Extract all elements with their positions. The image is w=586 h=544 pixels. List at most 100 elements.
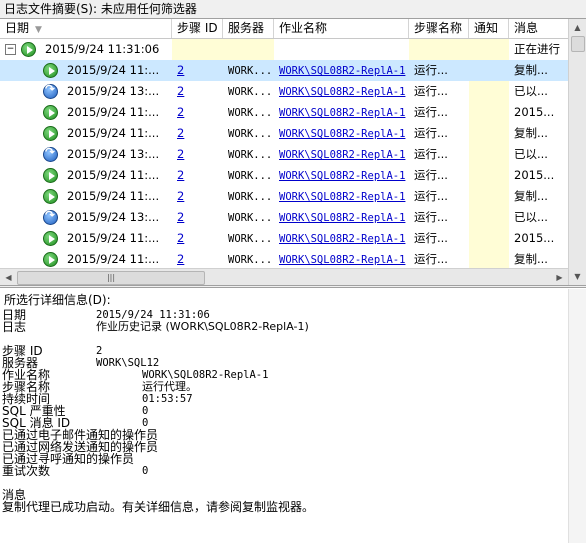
cell-step-name-text: 运行... bbox=[414, 189, 448, 203]
cell-job-text[interactable]: WORK\SQL08R2-ReplA-1 bbox=[279, 107, 405, 119]
cell-step-id-text[interactable]: 2 bbox=[177, 210, 184, 224]
scroll-down-icon[interactable]: ▼ bbox=[569, 268, 586, 285]
grid-horizontal-scrollbar[interactable]: ◀ ||| ▶ bbox=[0, 268, 568, 285]
horizontal-scroll-thumb[interactable]: ||| bbox=[17, 271, 205, 285]
cell-job bbox=[274, 39, 409, 60]
details-field-label: 重试次数 bbox=[2, 464, 51, 478]
cell-step-id-text[interactable]: 2 bbox=[177, 126, 184, 140]
cell-message: 复制... bbox=[509, 186, 568, 207]
cell-date: 2015/9/24 11:31:06 bbox=[45, 42, 160, 56]
table-row[interactable]: 2015/9/24 11:... 2 WORK... WORK\SQL08R2-Rep… bbox=[0, 165, 568, 186]
cell-step-id[interactable]: 2 bbox=[172, 228, 223, 249]
cell-step-id-text[interactable]: 2 bbox=[177, 147, 184, 161]
cell-message-text: 复制... bbox=[514, 189, 548, 203]
success-icon bbox=[43, 126, 58, 141]
table-row[interactable]: 2015/9/24 13:... 2 WORK... WORK\SQL08R2-Rep… bbox=[0, 144, 568, 165]
cell-step-id[interactable]: 2 bbox=[172, 165, 223, 186]
cell-step-name-text: 运行... bbox=[414, 252, 448, 266]
log-grid[interactable]: 日期 ▼ 步骤 ID 服务器 作业名称 步骤名称 通知 消息 − 2015/9/24… bbox=[0, 18, 586, 286]
details-vertical-scrollbar[interactable] bbox=[568, 289, 586, 543]
cell-step-id[interactable]: 2 bbox=[172, 123, 223, 144]
column-header-notify[interactable]: 通知 bbox=[469, 19, 509, 38]
cell-step-id-text[interactable]: 2 bbox=[177, 105, 184, 119]
table-row[interactable]: 2015/9/24 11:... 2 WORK... WORK\SQL08R2-Rep… bbox=[0, 60, 568, 81]
cell-step-id-text[interactable]: 2 bbox=[177, 63, 184, 77]
table-row[interactable]: 2015/9/24 13:... 2 WORK... WORK\SQL08R2-Rep… bbox=[0, 81, 568, 102]
cell-date: 2015/9/24 11:... bbox=[67, 231, 160, 245]
table-row[interactable]: 2015/9/24 11:... 2 WORK... WORK\SQL08R2-Rep… bbox=[0, 249, 568, 270]
cell-step-id[interactable]: 2 bbox=[172, 102, 223, 123]
cell-job-text[interactable]: WORK\SQL08R2-ReplA-1 bbox=[279, 170, 405, 182]
cell-step-id-text[interactable]: 2 bbox=[177, 84, 184, 98]
details-title: 所选行详细信息(D): bbox=[4, 293, 111, 307]
vertical-scroll-thumb[interactable] bbox=[571, 36, 585, 52]
cell-job-text[interactable]: WORK\SQL08R2-ReplA-1 bbox=[279, 254, 405, 266]
cell-step-name-text: 运行... bbox=[414, 84, 448, 98]
success-icon bbox=[43, 168, 58, 183]
column-header-step-id[interactable]: 步骤 ID bbox=[172, 19, 223, 38]
cell-job[interactable]: WORK\SQL08R2-ReplA-1 bbox=[274, 102, 409, 123]
cell-step-id[interactable]: 2 bbox=[172, 249, 223, 270]
cell-job[interactable]: WORK\SQL08R2-ReplA-1 bbox=[274, 228, 409, 249]
cell-server: WORK... bbox=[223, 81, 274, 102]
column-header-date[interactable]: 日期 ▼ bbox=[0, 19, 172, 38]
cell-step-id-text[interactable]: 2 bbox=[177, 168, 184, 182]
cell-server-text: WORK... bbox=[228, 212, 273, 224]
cell-job[interactable]: WORK\SQL08R2-ReplA-1 bbox=[274, 207, 409, 228]
table-row[interactable]: 2015/9/24 11:... 2 WORK... WORK\SQL08R2-Rep… bbox=[0, 102, 568, 123]
cell-server-text: WORK... bbox=[228, 254, 273, 266]
grid-vertical-scrollbar[interactable]: ▲ ▼ bbox=[568, 19, 586, 285]
cell-job[interactable]: WORK\SQL08R2-ReplA-1 bbox=[274, 186, 409, 207]
cell-notify bbox=[469, 123, 509, 144]
table-row[interactable]: 2015/9/24 11:... 2 WORK... WORK\SQL08R2-Rep… bbox=[0, 228, 568, 249]
cell-message: 已以... bbox=[509, 144, 568, 165]
cell-job-text[interactable]: WORK\SQL08R2-ReplA-1 bbox=[279, 191, 405, 203]
success-icon bbox=[21, 42, 36, 57]
cell-server: WORK... bbox=[223, 207, 274, 228]
details-message-text: 复制代理已成功启动。有关详细信息，请参阅复制监视器。 bbox=[2, 500, 315, 514]
cell-job-text[interactable]: WORK\SQL08R2-ReplA-1 bbox=[279, 86, 405, 98]
column-header-job-name[interactable]: 作业名称 bbox=[274, 19, 409, 38]
cell-server-text: WORK... bbox=[228, 128, 273, 140]
column-header-message[interactable]: 消息 bbox=[509, 19, 568, 38]
table-row[interactable]: 2015/9/24 11:... 2 WORK... WORK\SQL08R2-Rep… bbox=[0, 186, 568, 207]
cell-date: 2015/9/24 13:... bbox=[67, 84, 160, 98]
scroll-right-icon[interactable]: ▶ bbox=[551, 269, 568, 285]
cell-job[interactable]: WORK\SQL08R2-ReplA-1 bbox=[274, 81, 409, 102]
table-row[interactable]: 2015/9/24 11:... 2 WORK... WORK\SQL08R2-Rep… bbox=[0, 123, 568, 144]
cell-step-name-text: 运行... bbox=[414, 63, 448, 77]
cell-job-text[interactable]: WORK\SQL08R2-ReplA-1 bbox=[279, 149, 405, 161]
cell-step-id[interactable]: 2 bbox=[172, 207, 223, 228]
cell-step-id[interactable]: 2 bbox=[172, 81, 223, 102]
cell-job[interactable]: WORK\SQL08R2-ReplA-1 bbox=[274, 249, 409, 270]
cell-step-id-text[interactable]: 2 bbox=[177, 189, 184, 203]
cell-date: 2015/9/24 13:... bbox=[67, 210, 160, 224]
scroll-left-icon[interactable]: ◀ bbox=[0, 269, 17, 285]
selected-row-details: 所选行详细信息(D): 日期 2015/9/24 11:31:06 日志 作业历史记录… bbox=[0, 287, 586, 544]
log-filter-label: 日志文件摘要(S): bbox=[4, 2, 98, 16]
cell-job-text[interactable]: WORK\SQL08R2-ReplA-1 bbox=[279, 65, 405, 77]
cell-job[interactable]: WORK\SQL08R2-ReplA-1 bbox=[274, 144, 409, 165]
cell-step-id-text[interactable]: 2 bbox=[177, 252, 184, 266]
cell-message: 复制... bbox=[509, 249, 568, 270]
cell-step-id-text[interactable]: 2 bbox=[177, 231, 184, 245]
scroll-up-icon[interactable]: ▲ bbox=[569, 19, 586, 36]
cell-job-text[interactable]: WORK\SQL08R2-ReplA-1 bbox=[279, 128, 405, 140]
cell-job-text[interactable]: WORK\SQL08R2-ReplA-1 bbox=[279, 212, 405, 224]
cell-step-id[interactable]: 2 bbox=[172, 60, 223, 81]
cell-job[interactable]: WORK\SQL08R2-ReplA-1 bbox=[274, 60, 409, 81]
retry-icon bbox=[43, 208, 58, 225]
cell-step-id[interactable]: 2 bbox=[172, 186, 223, 207]
sort-arrow-icon[interactable]: ▼ bbox=[35, 21, 42, 38]
cell-job[interactable]: WORK\SQL08R2-ReplA-1 bbox=[274, 165, 409, 186]
cell-step-id[interactable]: 2 bbox=[172, 144, 223, 165]
cell-step-name: 运行... bbox=[409, 60, 469, 81]
column-header-server[interactable]: 服务器 bbox=[223, 19, 274, 38]
table-row[interactable]: − 2015/9/24 11:31:06 正在进行 bbox=[0, 39, 568, 60]
cell-message: 2015... bbox=[509, 165, 568, 186]
cell-job-text[interactable]: WORK\SQL08R2-ReplA-1 bbox=[279, 233, 405, 245]
cell-job[interactable]: WORK\SQL08R2-ReplA-1 bbox=[274, 123, 409, 144]
table-row[interactable]: 2015/9/24 13:... 2 WORK... WORK\SQL08R2-Rep… bbox=[0, 207, 568, 228]
collapse-icon[interactable]: − bbox=[5, 44, 16, 55]
column-header-step-name[interactable]: 步骤名称 bbox=[409, 19, 469, 38]
